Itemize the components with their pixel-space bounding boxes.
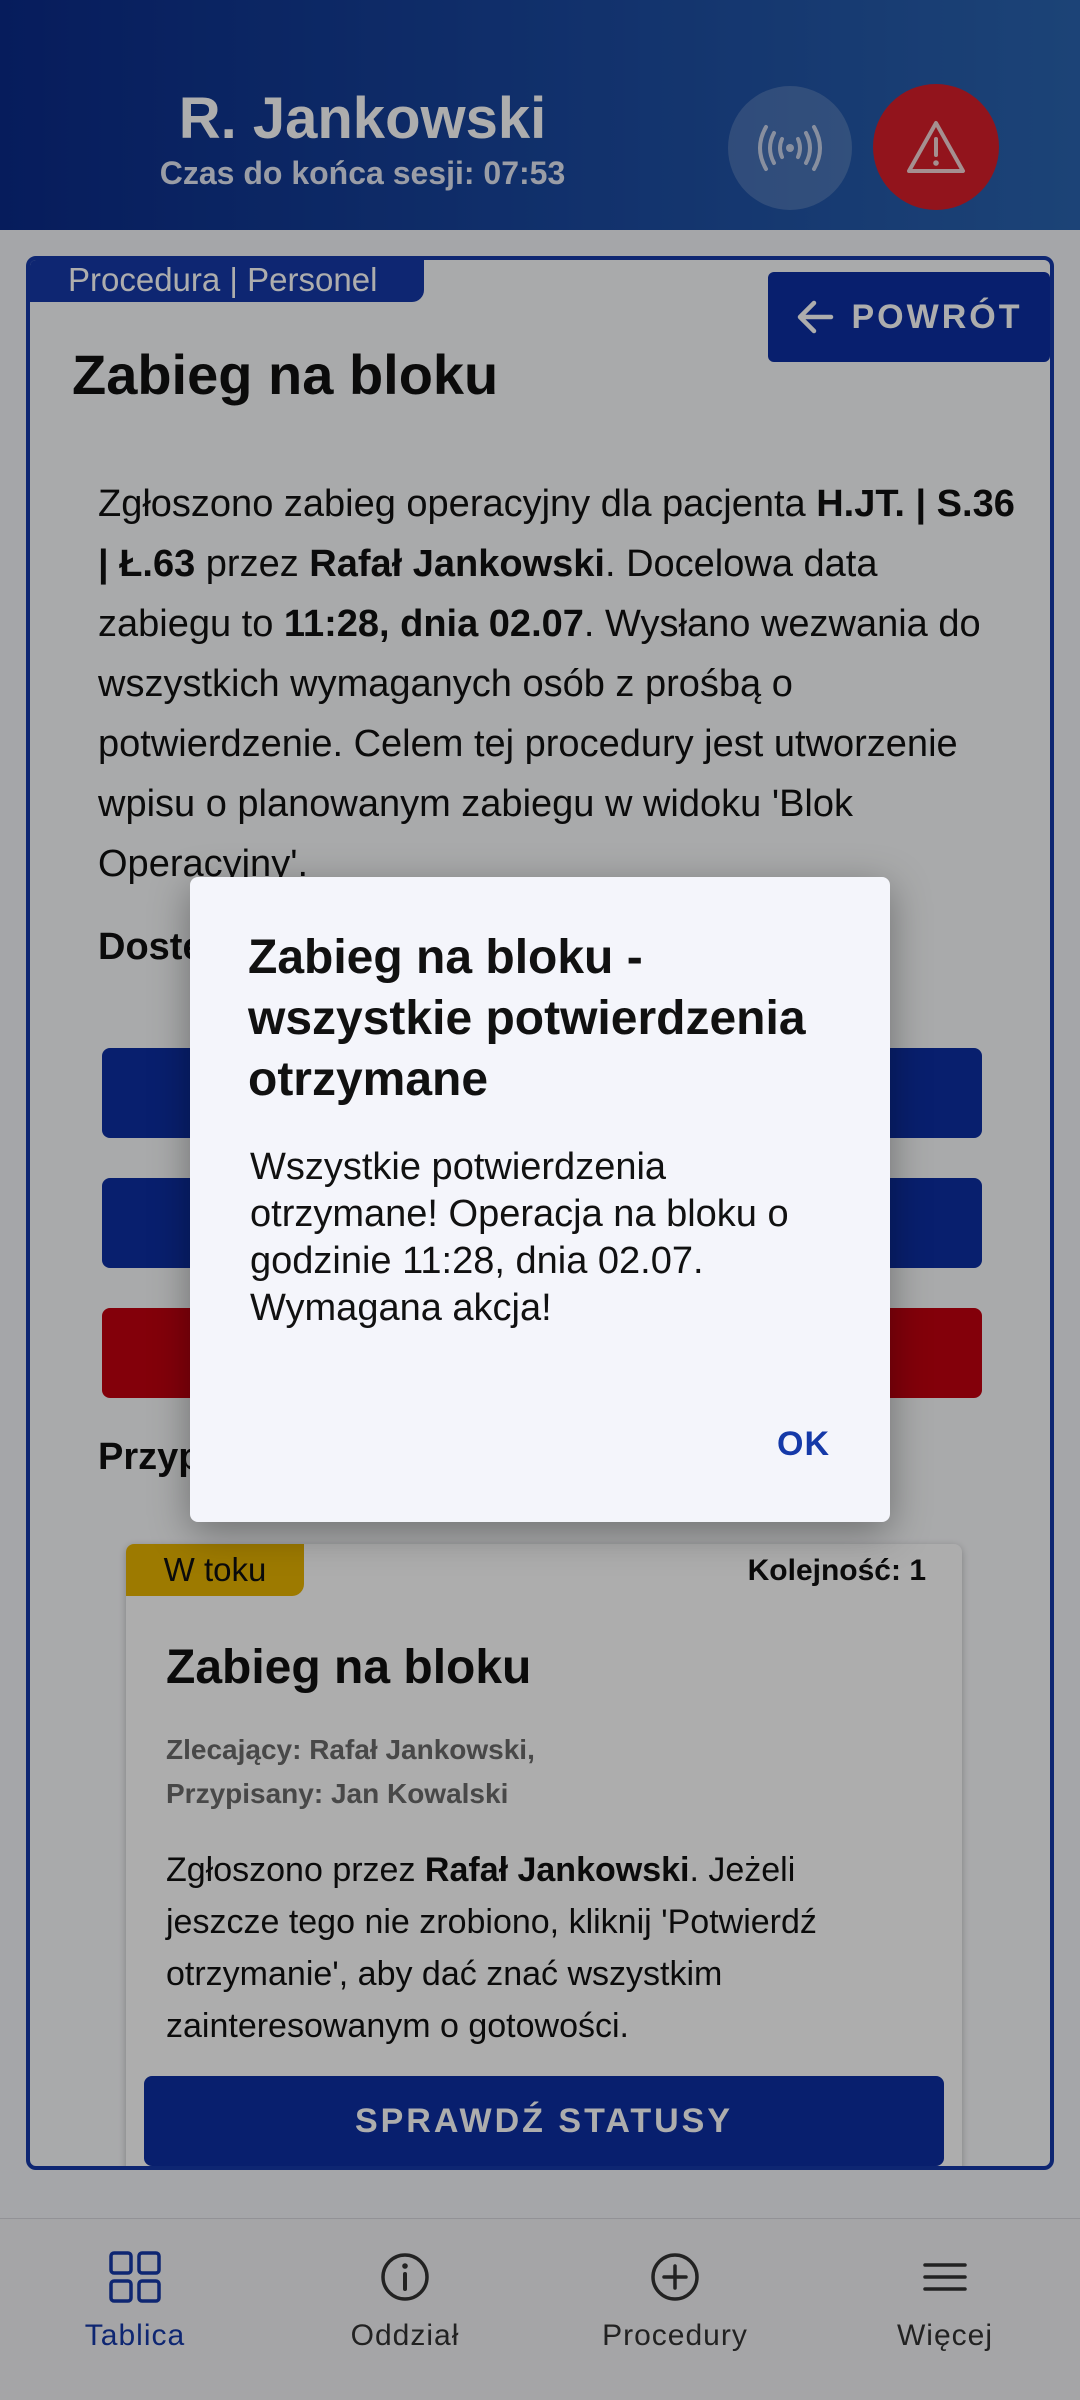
dialog-title: Zabieg na bloku - wszystkie potwierdzeni… — [248, 931, 806, 1106]
dialog-message: Wszystkie potwierdzenia otrzymane! Opera… — [250, 1146, 789, 1329]
ok-button[interactable]: OK — [777, 1425, 830, 1464]
confirmation-dialog: Zabieg na bloku - wszystkie potwierdzeni… — [190, 877, 890, 1522]
